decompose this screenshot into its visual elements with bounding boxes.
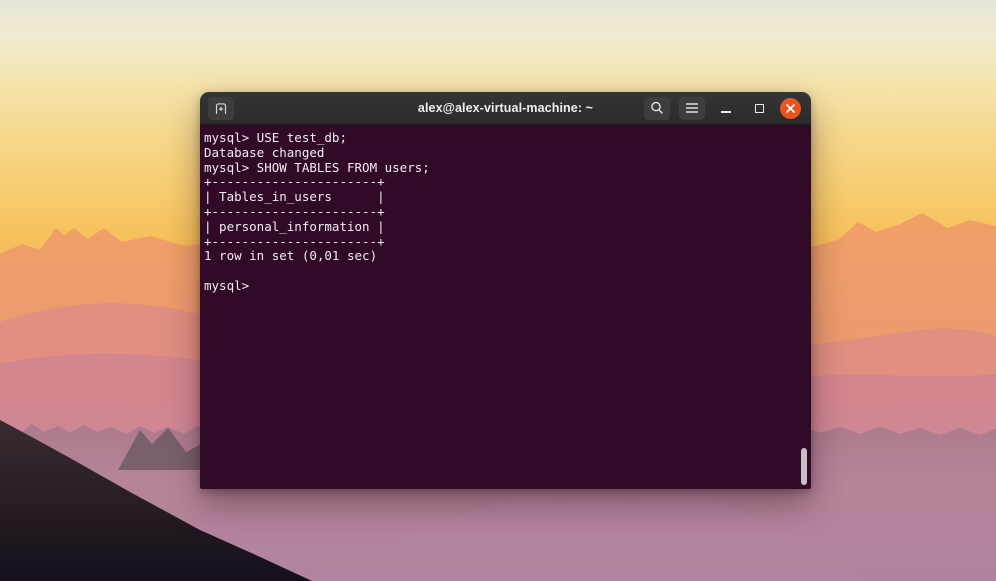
search-icon	[649, 100, 665, 116]
maximize-icon	[755, 104, 764, 113]
terminal-window: alex@alex-virtual-machine: ~	[200, 92, 811, 489]
window-title: alex@alex-virtual-machine: ~	[418, 101, 593, 115]
search-button[interactable]	[644, 97, 670, 120]
minimize-icon	[721, 111, 731, 113]
terminal-output[interactable]: mysql> USE test_db; Database changed mys…	[200, 125, 811, 294]
close-icon	[785, 103, 796, 114]
menu-button[interactable]	[679, 97, 705, 120]
minimize-button[interactable]	[714, 96, 738, 120]
new-tab-button[interactable]	[208, 97, 234, 120]
hamburger-menu-icon	[685, 102, 699, 114]
titlebar[interactable]: alex@alex-virtual-machine: ~	[200, 92, 811, 125]
close-button[interactable]	[780, 98, 801, 119]
terminal-body[interactable]: mysql> USE test_db; Database changed mys…	[200, 125, 811, 489]
scrollbar-thumb[interactable]	[801, 448, 807, 485]
new-tab-icon	[212, 99, 230, 117]
maximize-button[interactable]	[747, 96, 771, 120]
titlebar-controls	[644, 96, 801, 120]
